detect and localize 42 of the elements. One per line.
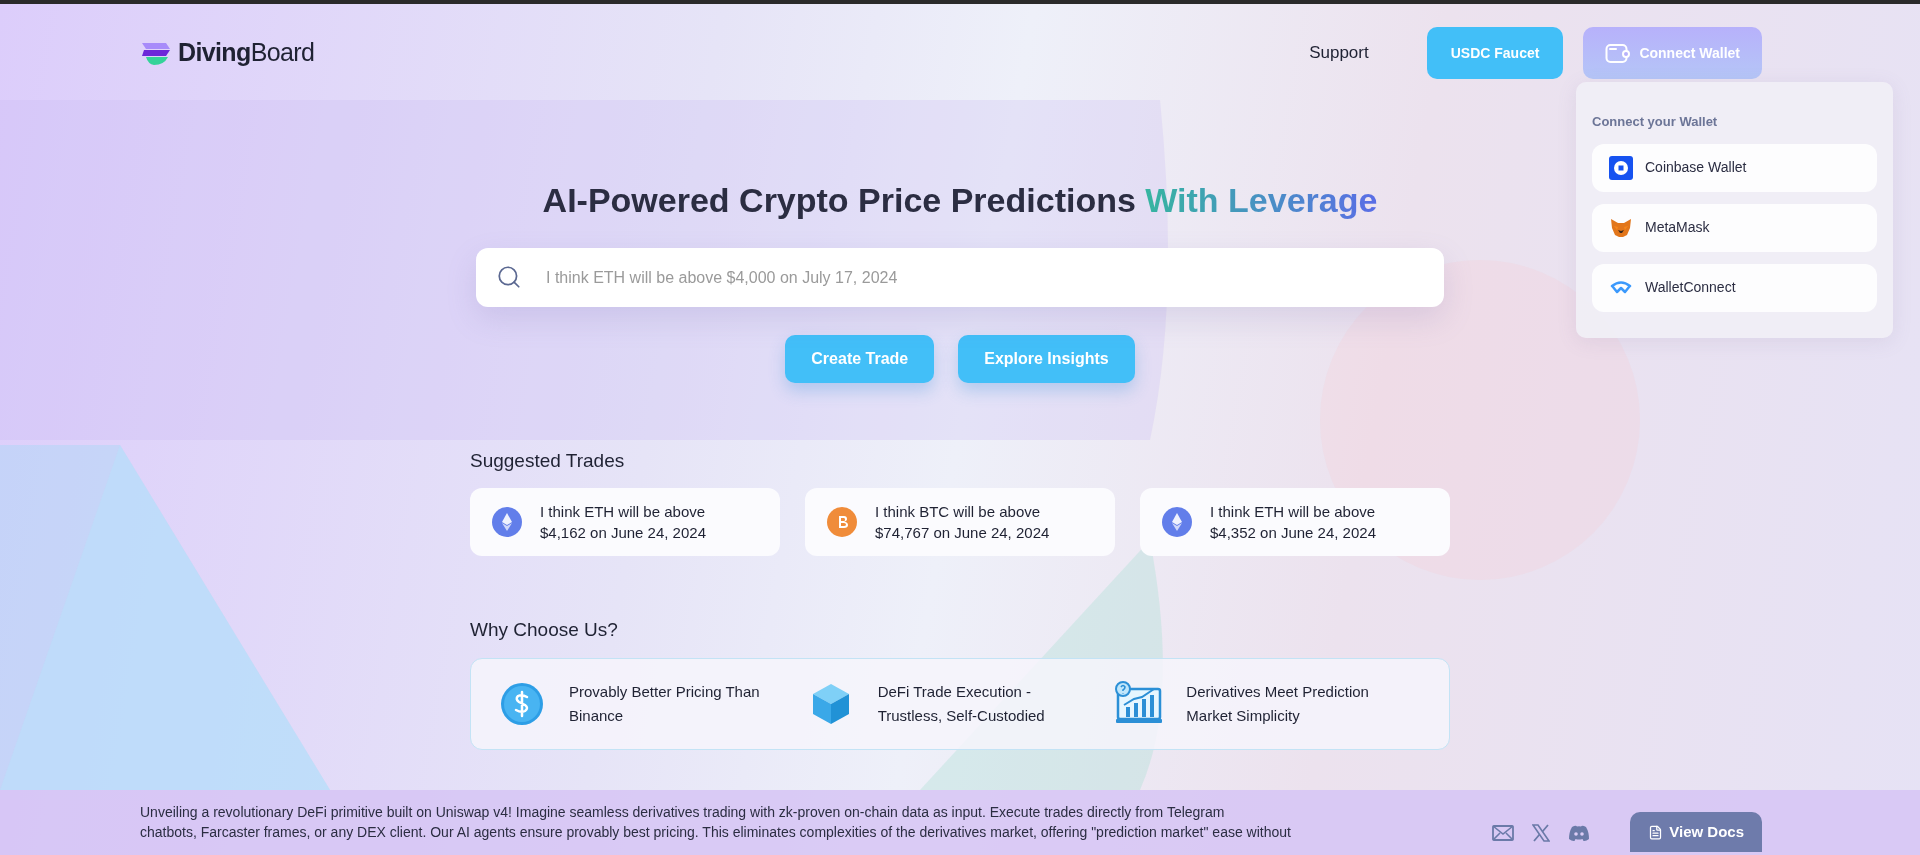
trade-text: I think ETH will be above <box>540 501 706 522</box>
mail-icon[interactable] <box>1492 825 1515 841</box>
wallet-option[interactable]: MetaMask <box>1592 203 1877 252</box>
discord-icon[interactable] <box>1568 824 1591 842</box>
wallet-option[interactable]: WalletConnect <box>1592 263 1877 312</box>
dollar-coin-icon <box>500 682 544 726</box>
feature-text: Market Simplicity <box>1186 706 1301 726</box>
bitcoin-coin-icon <box>827 506 857 537</box>
search-field[interactable]: I think ETH will be above $4,000 on July 17, 2024 <box>476 248 1444 307</box>
nav-link[interactable]: Support <box>1309 40 1369 66</box>
feature-text: Derivatives Meet Prediction <box>1186 682 1369 702</box>
search-icon <box>496 264 522 290</box>
dropdown-title: Connect your Wallet <box>1592 113 1719 131</box>
wave-icon <box>1610 280 1632 295</box>
trade-text: $74,767 on June 24, 2024 <box>875 522 1050 543</box>
ethereum-coin-icon <box>492 506 522 537</box>
coinbase-icon <box>1609 155 1633 180</box>
trade-text: $4,352 on June 24, 2024 <box>1210 522 1376 543</box>
feature-text: Trustless, Self-Custodied <box>877 706 1045 726</box>
cube-icon <box>810 682 851 726</box>
trade-text: I think ETH will be above <box>1210 501 1376 522</box>
document-icon <box>1648 824 1664 840</box>
trade-card[interactable]: I think ETH will be above $4,162 on June 24, 2024 <box>470 487 780 556</box>
wallet-option[interactable]: Coinbase Wallet <box>1592 143 1877 192</box>
footer-description: chatbots, Farcaster frames, or any DEX client. Our AI agents ensure provably best pricing. This eliminates complexities of the derivatives market, offering "prediction market" ease without <box>140 823 1291 842</box>
fox-icon <box>1610 217 1632 238</box>
view-docs-button[interactable]: View Docs <box>1630 812 1762 852</box>
trade-card[interactable]: I think ETH will be above $4,352 on June 24, 2024 <box>1140 487 1450 556</box>
hero-title: AI-Powered Crypto Price Predictions With Leverage <box>542 180 1378 221</box>
section-title: Why Choose Us? <box>470 617 619 642</box>
ethereum-coin-icon <box>1162 506 1192 537</box>
x-logo-icon[interactable] <box>1532 824 1551 842</box>
footer-description: Unveiling a revolutionary DeFi primitive built on Uniswap v4! Imagine seamless derivatives trading with zk-proven on-chain data as input. Execute trades directly from Telegram <box>140 803 1226 822</box>
trade-card[interactable]: I think BTC will be above $74,767 on June 24, 2024 <box>805 487 1115 556</box>
trade-text: $4,162 on June 24, 2024 <box>540 522 706 543</box>
feature-text: Binance <box>569 706 625 726</box>
section-title: Suggested Trades <box>470 449 626 473</box>
trade-text: I think BTC will be above <box>875 501 1042 522</box>
feature-text: DeFi Trade Execution - <box>877 682 1033 702</box>
wallet-icon <box>1605 42 1632 64</box>
logo-text[interactable]: DivingBoard <box>178 34 315 72</box>
feature-text: Provably Better Pricing Than <box>569 682 760 702</box>
